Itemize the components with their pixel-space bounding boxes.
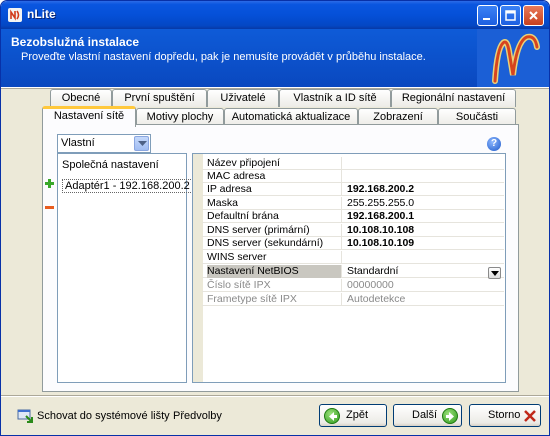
adapter-list[interactable]: Společná nastavení Adaptér1 - 192.168.20… [57,153,193,383]
prop-row-ip-address[interactable]: IP adresa 192.168.200.2 [202,183,504,196]
prop-label: WINS server [207,251,342,264]
preferences-link[interactable]: Předvolby [173,410,222,422]
footer-separator [1,395,549,397]
page-subtitle: Proveďte vlastní nastavení dopředu, pak … [21,51,426,63]
list-item-adapter1[interactable]: Adaptér1 - 192.168.200.2 [62,179,193,193]
hide-to-tray-link[interactable]: Schovat do systémové lišty [37,410,170,422]
prop-value[interactable]: 192.168.200.1 [343,210,414,223]
tab-nastaveni-site[interactable]: Nastavení sítě [42,106,136,127]
prop-value[interactable]: 10.108.10.108 [343,224,414,237]
prop-label: Nastavení NetBIOS [207,265,342,278]
prop-label: Frametype sítě IPX [207,293,342,306]
maximize-icon [505,10,516,21]
back-arrow-icon [324,408,340,424]
prop-value[interactable]: 192.168.200.2 [343,183,414,196]
prop-value[interactable] [343,170,347,183]
prop-value[interactable] [343,157,347,170]
chevron-down-icon [138,141,147,146]
prop-label: DNS server (sekundární) [207,237,342,250]
prop-row-mac-address[interactable]: MAC adresa [202,170,504,183]
prop-label: Název připojení [207,157,342,170]
minimize-button[interactable] [477,5,498,26]
prop-value: Autodetekce [347,293,406,305]
next-arrow-icon [442,408,458,424]
page-title: Bezobslužná instalace [11,35,140,49]
page-header: Bezobslužná instalace Proveďte vlastní n… [1,29,549,87]
back-button-label: Zpět [346,409,369,421]
prop-row-ipx-network-number: Číslo sítě IPX 00000000 [202,279,504,292]
prop-row-wins-server[interactable]: WINS server [202,251,504,264]
hide-to-tray-icon [17,409,33,423]
add-adapter-icon[interactable] [45,179,54,188]
help-icon[interactable]: ? [487,137,501,151]
tab-prvni-spusteni[interactable]: První spuštění [112,89,207,107]
prop-row-ipx-frametype: Frametype sítě IPX Autodetekce [202,293,504,306]
prop-label: DNS server (primární) [207,224,342,237]
prop-label: Defaultní brána [207,210,342,223]
minimize-icon [483,18,490,20]
next-button-label: Další [412,409,438,421]
prop-value[interactable]: Standardní [343,265,398,278]
netbios-dropdown-button[interactable] [488,267,501,279]
list-item-common-settings[interactable]: Společná nastavení [62,159,159,171]
nlite-app-icon [8,8,22,22]
prop-value[interactable] [343,251,347,264]
remove-adapter-icon[interactable] [45,206,54,209]
title-bar[interactable]: nLite [1,1,549,29]
tab-uzivatele[interactable]: Uživatelé [207,89,279,107]
prop-row-connection-name[interactable]: Název připojení [202,157,504,170]
prop-row-dns-secondary[interactable]: DNS server (sekundární) 10.108.10.109 [202,237,504,250]
prop-label: Číslo sítě IPX [207,279,342,292]
nlite-logo-icon [477,29,549,87]
back-button[interactable]: Zpět [319,404,387,427]
mode-select-dropdown[interactable] [134,136,149,151]
prop-label: MAC adresa [207,170,342,183]
tab-vlastnik-id-site[interactable]: Vlastník a ID sítě [279,89,391,107]
cancel-button-label: Storno [488,409,521,421]
nlite-window: nLite Bezobslužná instalace Proveďte vla… [0,0,550,436]
prop-value[interactable]: 10.108.10.109 [343,237,414,250]
chevron-down-icon [491,271,499,276]
tab-regionalni-nastaveni[interactable]: Regionální nastavení [391,89,516,107]
next-button[interactable]: Další [393,404,462,427]
mode-select-value: Vlastní [61,137,95,149]
prop-value: 00000000 [347,279,394,291]
mode-select[interactable]: Vlastní [57,134,151,153]
prop-value[interactable]: 255.255.255.0 [343,197,414,210]
prop-row-dns-primary[interactable]: DNS server (primární) 10.108.10.108 [202,224,504,237]
maximize-button[interactable] [500,5,521,26]
cancel-button[interactable]: Storno [469,404,541,427]
close-icon [529,11,538,20]
prop-label: Maska [207,197,342,210]
prop-row-default-gateway[interactable]: Defaultní brána 192.168.200.1 [202,210,504,223]
prop-row-mask[interactable]: Maska 255.255.255.0 [202,197,504,210]
cancel-x-icon [524,410,536,422]
tab-obecne[interactable]: Obecné [50,89,112,107]
prop-label: IP adresa [207,183,342,196]
close-button[interactable] [523,5,544,26]
window-title: nLite [27,7,56,21]
prop-row-netbios[interactable]: Nastavení NetBIOS Standardní [202,265,504,278]
